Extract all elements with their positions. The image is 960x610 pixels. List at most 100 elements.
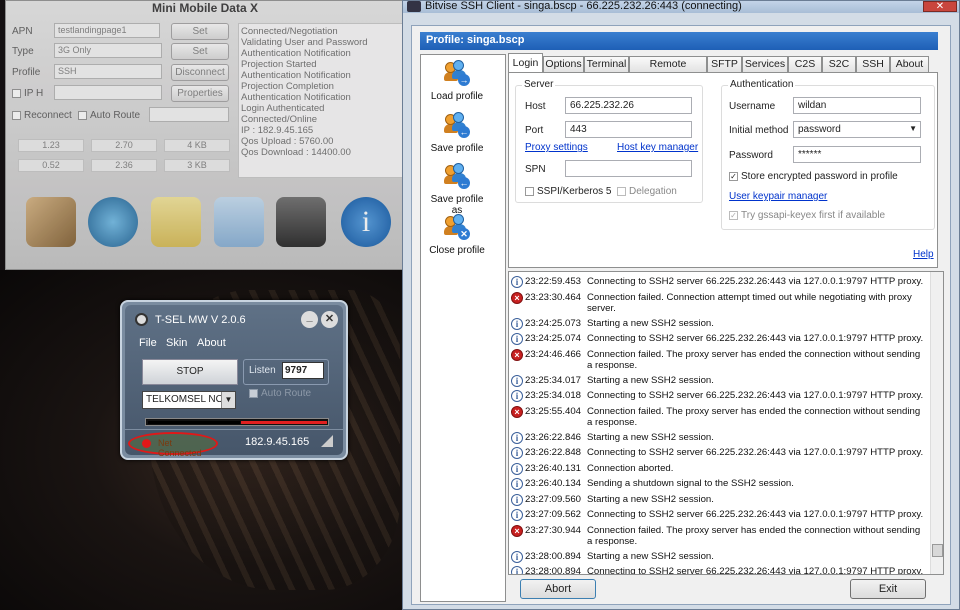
reconnect-checkbox[interactable]: Reconnect [12, 110, 72, 121]
set-type-button[interactable]: Set [171, 43, 229, 60]
save-profile-as-button[interactable]: ← Save profile as [424, 163, 490, 216]
host-input[interactable]: 66.225.232.26 [565, 97, 692, 114]
terminal-icon[interactable] [276, 197, 326, 247]
autoroute-select[interactable] [149, 107, 229, 122]
port-label: Port [525, 125, 544, 136]
abort-button[interactable]: Abort [520, 579, 596, 599]
gssapi-checkbox[interactable]: ✓ Try gssapi-keyex first if available [729, 210, 885, 221]
password-label: Password [729, 150, 773, 161]
proxy-settings-link[interactable]: Proxy settings [525, 142, 588, 153]
window-close-icon[interactable]: ✕ [923, 1, 957, 12]
initial-method-select[interactable]: password ▼ [793, 121, 921, 138]
log-message: Connection failed. Connection attempt ti… [587, 291, 912, 314]
log-entry: i 23:27:09.562 Connecting to SSH2 server 6… [509, 508, 929, 523]
menu-skin[interactable]: Skin [166, 337, 187, 349]
delegation-checkbox[interactable]: Delegation [617, 186, 677, 197]
globe-icon[interactable] [88, 197, 138, 247]
tools-icon[interactable] [26, 197, 76, 247]
log-message: Connection aborted. [587, 462, 674, 474]
load-profile-button[interactable]: → Load profile [424, 60, 490, 102]
menu-file[interactable]: File [139, 337, 157, 349]
tab-remote-desktop[interactable]: Remote Desktop [629, 56, 707, 85]
log-time: 23:23:30.464 [525, 291, 582, 303]
log-time: 23:24:25.073 [525, 317, 582, 329]
password-input[interactable]: ****** [793, 146, 921, 163]
iph-field[interactable] [54, 85, 162, 100]
profile-select[interactable]: SSH [54, 64, 162, 79]
log-scrollbar[interactable] [930, 272, 943, 574]
close-profile-button[interactable]: ✕ Close profile [424, 214, 490, 256]
disconnect-button[interactable]: Disconnect [171, 64, 229, 81]
profile-header: Profile: singa.bscp [420, 32, 938, 50]
log-message: Connecting to SSH2 server 66.225.232.26:… [587, 447, 924, 458]
stat-cell: 3 KB [164, 159, 230, 172]
autoroute-checkbox[interactable]: Auto Route [78, 110, 140, 121]
log-entry: i 23:25:34.018 Connecting to SSH2 server 6… [509, 389, 929, 404]
tab-services[interactable]: Services [742, 56, 788, 72]
tab-terminal[interactable]: Terminal [584, 56, 629, 72]
mail-icon[interactable] [214, 197, 264, 247]
exit-button[interactable]: Exit [850, 579, 926, 599]
tab-c2s[interactable]: C2S [788, 56, 822, 72]
log-entry: i 23:22:59.453 Connecting to SSH2 server 6… [509, 275, 929, 290]
log-message: Connection failed. The proxy server has … [587, 348, 921, 371]
chevron-down-icon[interactable]: ▼ [221, 392, 235, 408]
log-time: 23:26:22.846 [525, 431, 582, 443]
set-apn-button[interactable]: Set [171, 23, 229, 40]
profile-label: Profile [12, 67, 41, 78]
log-entry: i 23:28:00.894 Starting a new SSH2 session… [509, 550, 929, 565]
error-icon: × [511, 291, 523, 304]
host-key-manager-link[interactable]: Host key manager [617, 142, 698, 153]
stat-cell: 0.52 [18, 159, 84, 172]
info-icon[interactable]: i [341, 197, 391, 247]
apn-label: APN [12, 26, 33, 37]
tab-s2c[interactable]: S2C [822, 56, 856, 72]
properties-button[interactable]: Properties [171, 85, 229, 102]
save-profile-button[interactable]: ← Save profile [424, 112, 490, 154]
store-password-checkbox[interactable]: ✓ Store encrypted password in profile [729, 171, 898, 182]
info-icon: i [511, 390, 523, 402]
menu-about[interactable]: About [197, 337, 226, 349]
iph-checkbox[interactable]: IP H [12, 88, 43, 99]
log-time: 23:24:46.466 [525, 348, 582, 360]
sspi-checkbox[interactable]: SSPI/Kerberos 5 [525, 186, 611, 197]
tab-options[interactable]: Options [543, 56, 584, 72]
status-text: Net Connected [158, 438, 202, 458]
tab-about[interactable]: About [890, 56, 929, 72]
listen-port-input[interactable]: 9797 [282, 362, 324, 379]
tab-sftp[interactable]: SFTP [707, 56, 742, 72]
log-time: 23:28:00.894 [525, 550, 582, 562]
resize-grip-icon[interactable] [321, 435, 333, 447]
status-dot-icon [142, 439, 151, 448]
info-icon: i [511, 550, 523, 563]
spn-label: SPN [525, 164, 546, 175]
stop-button[interactable]: STOP [142, 359, 238, 385]
log-message: Starting a new SSH2 session. [587, 493, 714, 505]
log-time: 23:25:55.404 [525, 405, 582, 417]
spn-input[interactable] [565, 160, 692, 177]
mini-mobile-data-window: Mini Mobile Data X APN testlandingpage1 … [5, 0, 405, 270]
tab-login[interactable]: Login [508, 53, 543, 72]
tab-ssh[interactable]: SSH [856, 56, 890, 72]
log-time: 23:26:40.131 [525, 462, 582, 474]
log-time: 23:26:22.848 [525, 447, 582, 458]
log-time: 23:27:30.944 [525, 524, 582, 536]
bitvise-window: Bitvise SSH Client - singa.bscp - 66.225… [402, 0, 960, 610]
port-input[interactable]: 443 [565, 121, 692, 138]
user-keypair-manager-link[interactable]: User keypair manager [729, 191, 827, 202]
log-entry: i 23:26:22.846 Starting a new SSH2 session… [509, 431, 929, 446]
log-message: Starting a new SSH2 session. [587, 317, 714, 329]
minimize-icon[interactable]: _ [301, 311, 318, 328]
type-select[interactable]: 3G Only [54, 43, 162, 58]
apn-field[interactable]: testlandingpage1 [54, 23, 160, 38]
close-icon[interactable]: ✕ [321, 311, 338, 328]
help-link[interactable]: Help [913, 249, 934, 260]
log-entry: i 23:26:40.134 Sending a shutdown signal t… [509, 477, 929, 492]
username-input[interactable]: wildan [793, 97, 921, 114]
notepad-icon[interactable] [151, 197, 201, 247]
autoroute-checkbox[interactable]: Auto Route [249, 388, 311, 399]
log-message: Connecting to SSH2 server 66.225.232.26:… [587, 276, 924, 287]
save-profile-icon: ← [443, 112, 471, 140]
log-entry: i 23:28:00.894 Connecting to SSH2 server 6… [509, 565, 929, 574]
log-time: 23:25:34.017 [525, 374, 582, 386]
